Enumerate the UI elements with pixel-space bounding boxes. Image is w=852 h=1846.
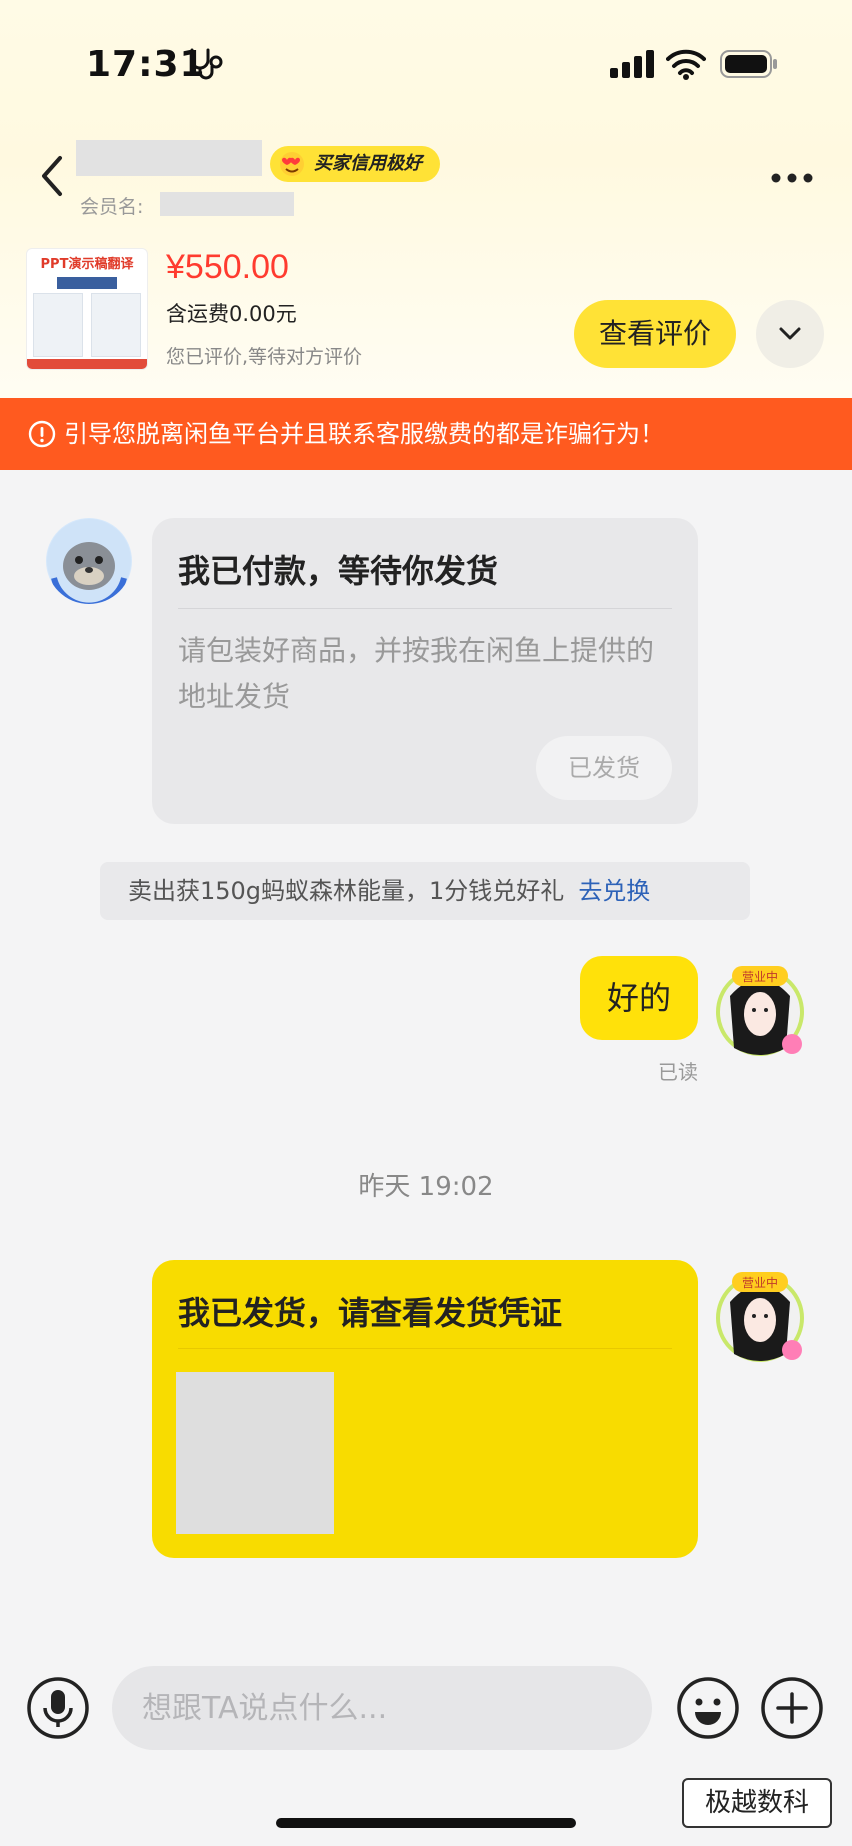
chevron-down-icon [779,327,801,340]
points-notice-text: 卖出获150g蚂蚁森林能量，1分钱兑好礼 [128,877,565,905]
read-status: 已读 [658,1060,698,1084]
card-divider [178,1348,672,1349]
credit-badge: 买家信用极好 [270,146,440,182]
payment-status-card: 我已付款，等待你发货 请包装好商品，并按我在闲鱼上提供的地址发货 已发货 [152,518,698,824]
battery-icon [720,50,777,78]
product-thumb-title: PPT演示稿翻译 [40,257,134,272]
buyer-avatar[interactable] [46,518,132,604]
thumb-page-1 [33,293,83,357]
thumb-tag [57,277,117,289]
shipment-proof-image[interactable] [176,1372,334,1534]
avatar-badge-text: 营业中 [742,969,778,984]
member-label: 会员名: [80,196,144,218]
message-bubble-ok[interactable]: 好的 [580,956,698,1040]
message-input[interactable] [112,1666,652,1750]
shipment-card-title: 我已发货，请查看发货凭证 [178,1294,563,1332]
fraud-warning-bar: 引导您脱离闲鱼平台并且联系客服缴费的都是诈骗行为！ [0,398,852,470]
credit-badge-label: 买家信用极好 [314,153,422,174]
member-name-redacted [160,192,294,216]
product-price: ¥550.00 [166,248,289,286]
chat-timestamp: 昨天 19:02 [358,1172,494,1202]
product-thumbnail[interactable]: PPT演示稿翻译 [26,248,148,370]
home-indicator [276,1818,576,1828]
wifi-icon [666,49,706,80]
payment-card-title: 我已付款，等待你发货 [178,552,499,590]
seller-name-redacted [76,140,262,176]
review-status: 您已评价,等待对方评价 [166,346,363,368]
shipped-button[interactable]: 已发货 [536,736,672,800]
more-icon[interactable] [770,172,814,184]
shipment-proof-card[interactable]: 我已发货，请查看发货凭证 [152,1260,698,1558]
watermark-logo: 极越数科 [682,1778,832,1828]
plus-icon[interactable] [760,1676,824,1740]
redeem-link[interactable]: 去兑换 [578,877,650,905]
expand-button[interactable] [756,300,824,368]
thumb-footer [27,359,147,369]
card-divider [178,608,672,609]
microphone-icon[interactable] [26,1676,90,1740]
signal-icon [610,50,654,78]
my-avatar[interactable]: 营业中 [712,956,808,1060]
thumb-page-2 [91,293,141,357]
points-notice: 卖出获150g蚂蚁森林能量，1分钱兑好礼 去兑换 [100,862,750,920]
payment-card-description: 请包装好商品，并按我在闲鱼上提供的地址发货 [178,634,655,713]
stethoscope-icon [190,48,223,80]
avatar-badge-text: 营业中 [742,1275,778,1290]
anime-avatar-icon: 营业中 [716,966,804,1056]
warning-text: 引导您脱离闲鱼平台并且联系客服缴费的都是诈骗行为！ [64,420,664,448]
seal-avatar-icon [47,519,131,604]
input-bar [0,1640,852,1770]
back-icon[interactable] [36,152,70,200]
warning-icon [28,420,56,448]
status-bar: 17:31 [0,0,852,120]
shipping-fee: 含运费0.00元 [166,302,297,326]
anime-avatar-icon: 营业中 [716,1272,804,1362]
emoji-icon[interactable] [676,1676,740,1740]
view-review-button[interactable]: 查看评价 [574,300,736,368]
heart-eyes-icon [280,152,304,176]
my-avatar[interactable]: 营业中 [712,1262,808,1366]
